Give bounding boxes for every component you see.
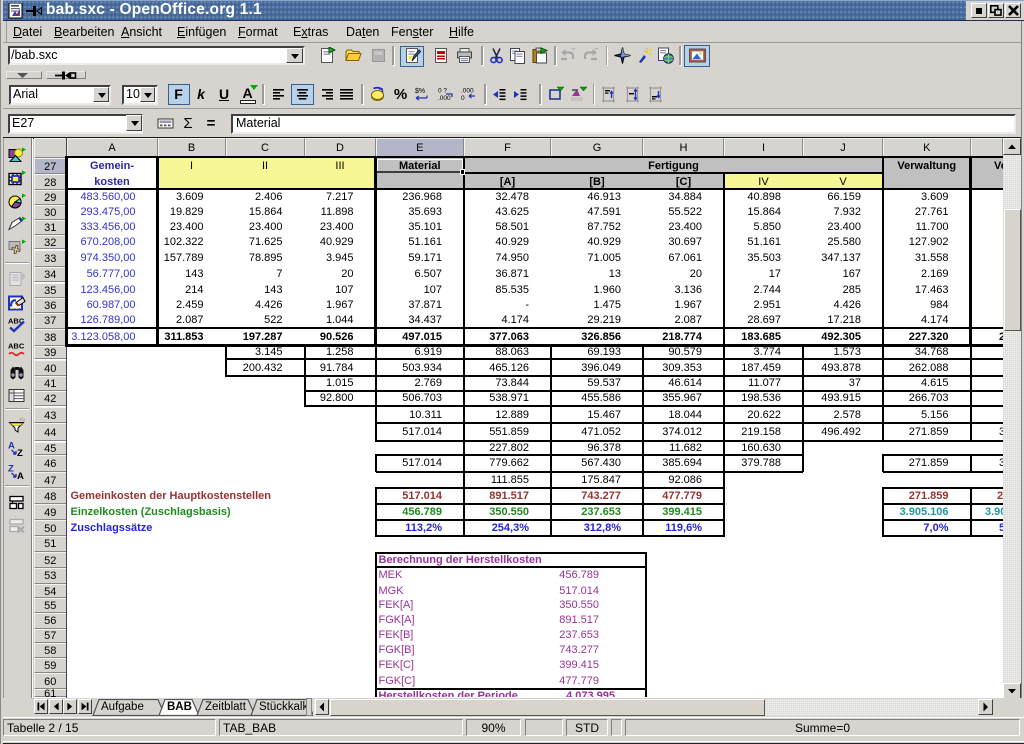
svg-text:A: A xyxy=(17,471,24,480)
svg-text:.000: .000 xyxy=(461,88,474,95)
svg-text:Z: Z xyxy=(8,463,14,474)
svg-text:Z: Z xyxy=(17,448,23,457)
svg-text:ABC: ABC xyxy=(8,341,25,350)
svg-text:.000: .000 xyxy=(438,95,451,102)
svg-text:$%: $% xyxy=(415,88,425,95)
svg-text:0: 0 xyxy=(461,95,465,102)
svg-text:A: A xyxy=(8,440,15,451)
